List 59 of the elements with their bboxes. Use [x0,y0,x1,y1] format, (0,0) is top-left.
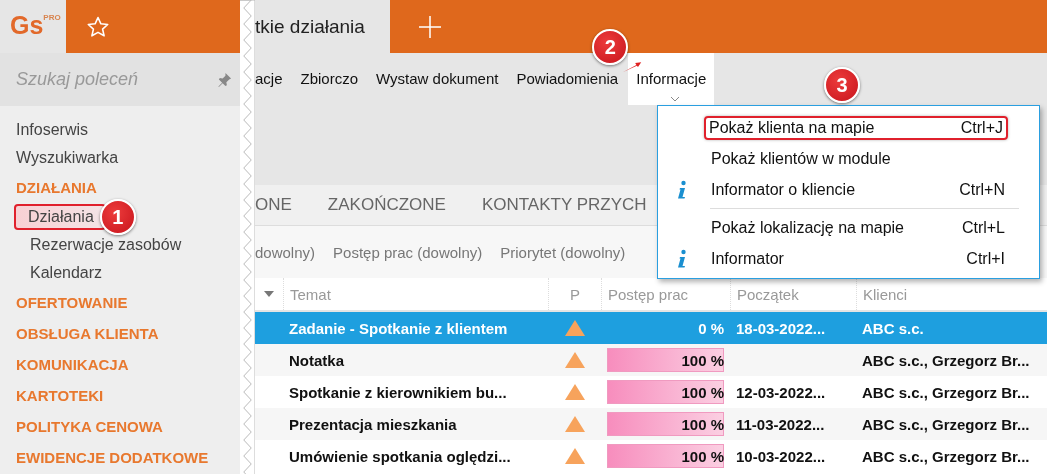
sidebar-item[interactable]: Kalendarz [16,261,115,285]
table-cell: ABC s.c., Grzegorz Br... [862,383,1030,401]
sort-icon[interactable] [264,291,274,297]
table-row[interactable]: Notatka 100 % ABC s.c., Grzegorz Br... [255,344,1047,376]
status-tab[interactable]: ZAKOŃCZONE [327,195,446,215]
table-cell: 10-03-2022... [736,447,826,465]
table-cell: 12-03-2022... [736,383,826,401]
priority-icon [564,320,585,336]
table-cell: Spotkanie z kierownikiem bu... [289,383,507,401]
search-field[interactable]: Szukaj poleceń [16,59,217,100]
document-tab[interactable]: tkie działania [255,0,390,53]
logo-superscript: PRO [43,13,61,22]
sidebar-item[interactable]: Wyszukiwarka [16,144,119,172]
priority-icon [564,448,585,464]
filter-link[interactable]: dowolny) [255,243,316,261]
chevron-icon [670,96,681,102]
table-cell: 11-03-2022... [736,415,825,433]
pin-icon[interactable] [217,72,232,87]
table-cell: ABC s.c., Grzegorz Br... [862,415,1030,433]
table-cell: Notatka [289,351,344,369]
sidebar-item[interactable]: Infoserwis [16,116,89,144]
table-cell: 0 % [698,319,724,337]
menu-item[interactable]: Pokaż klientów w module [706,147,1010,170]
step-badge: 1 [99,199,136,235]
menu-item[interactable]: Informator Ctrl+I [706,247,1010,270]
filter-link[interactable]: Postęp prac (dowolny) [333,243,483,261]
table-cell: 100 % [681,351,724,369]
status-tab[interactable]: ONE [255,195,292,215]
priority-icon [564,352,585,368]
table-row[interactable]: Prezentacja mieszkania 100 % 11-03-2022... ABC s.c., Grzegorz Br... [255,408,1047,440]
priority-icon [564,416,585,432]
logo-text: Gs [10,10,44,40]
table-cell: 100 % [681,383,724,401]
search-bar[interactable]: Szukaj poleceń [0,53,240,106]
ribbon-tab[interactable]: Zbiorczo [300,69,359,89]
table-cell: ABC s.c., Grzegorz Br... [862,447,1030,465]
table-cell: ABC s.c., Grzegorz Br... [862,351,1030,369]
menu-item[interactable]: Informator o kliencie Ctrl+N [706,178,1010,201]
step-badge: 2 [592,29,629,65]
ribbon-tab[interactable]: Powiadomienia [516,69,619,89]
menu-item[interactable]: Pokaż lokalizację na mapie Ctrl+L [706,216,1010,239]
table-cell: ABC s.c. [862,319,924,337]
sidebar-item[interactable]: Działania [14,204,106,230]
filter-link[interactable]: Priorytet (dowolny) [500,243,626,261]
table-cell: Zadanie - Spotkanie z klientem [289,319,508,337]
star-icon[interactable] [86,14,110,39]
ribbon-tab[interactable]: acje [255,69,283,89]
ribbon-tab[interactable]: Informacje [628,53,715,105]
table-cell: 100 % [681,447,724,465]
table-cell: Umówienie spotkania oględzi... [289,447,511,465]
menu-item[interactable]: Pokaż klienta na mapie Ctrl+J [704,115,1008,140]
table-cell: Prezentacja mieszkania [289,415,457,433]
table-cell: 100 % [681,415,724,433]
ribbon-tab[interactable]: Wystaw dokument [376,69,499,89]
table-cell: 18-03-2022... [736,319,826,337]
add-tab-icon[interactable] [418,14,442,39]
sidebar-item[interactable]: Rezerwacje zasobów [16,233,194,257]
status-tab[interactable]: KONTAKTY PRZYCH [481,195,647,215]
priority-icon [564,384,585,400]
